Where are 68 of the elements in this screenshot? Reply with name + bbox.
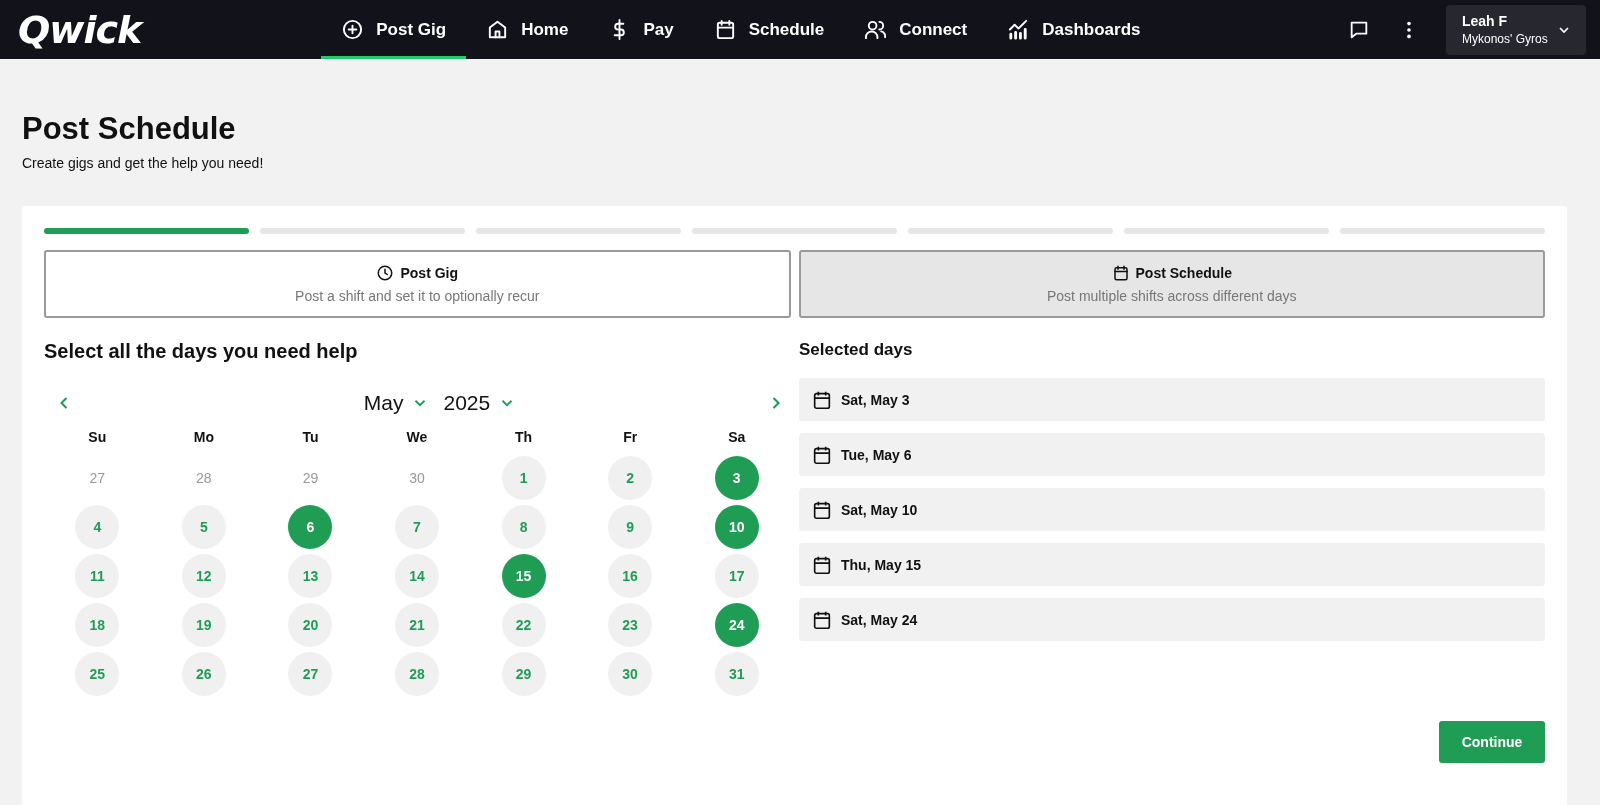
weekday-label: Th xyxy=(515,429,533,445)
nav-tab[interactable]: Schedule xyxy=(693,0,845,59)
calendar-day[interactable]: 27 xyxy=(288,652,333,696)
page-subtitle: Create gigs and get the help you need! xyxy=(22,155,264,171)
calendar-day[interactable]: 24 xyxy=(714,603,759,647)
continue-button[interactable]: Continue xyxy=(1439,721,1545,763)
calendar-day[interactable]: 2 xyxy=(608,456,653,500)
page-title: Post Schedule xyxy=(22,111,237,147)
calendar-day[interactable]: 21 xyxy=(395,603,439,647)
calendar-day[interactable]: 13 xyxy=(288,554,333,598)
calendar-day: 28 xyxy=(181,456,226,500)
calendar-day[interactable]: 17 xyxy=(714,554,759,598)
weekday-label: We xyxy=(406,429,428,445)
calendar-day[interactable]: 20 xyxy=(288,603,333,647)
mode-option[interactable]: Post Gig Post a shift and set it to optionally recur xyxy=(44,250,791,318)
nav-tab[interactable]: Connect xyxy=(844,0,988,59)
nav-tab[interactable]: Dashboards xyxy=(987,0,1161,59)
calendar-day[interactable]: 15 xyxy=(501,554,546,598)
calendar-day[interactable]: 29 xyxy=(501,652,546,696)
section-heading: Select all the days you need help xyxy=(44,340,359,363)
calendar-day[interactable]: 19 xyxy=(181,603,226,647)
weekday-label: Fr xyxy=(623,429,638,445)
logo[interactable]: Qwick xyxy=(18,6,150,53)
calendar-day: 30 xyxy=(395,456,439,500)
calendar-day[interactable]: 7 xyxy=(395,505,439,549)
nav-tab[interactable]: Post Gig xyxy=(321,0,467,59)
calendar-day[interactable]: 8 xyxy=(501,505,546,549)
calendar-day[interactable]: 16 xyxy=(608,554,653,598)
calendar-day[interactable]: 28 xyxy=(395,652,439,696)
weekday-label: Sa xyxy=(728,429,746,445)
calendar-day[interactable]: 9 xyxy=(608,505,653,549)
clock-icon xyxy=(376,264,395,282)
weekday-label: Su xyxy=(88,429,107,445)
day-label: Sat, May 3 xyxy=(841,391,910,408)
calendar-day[interactable]: 1 xyxy=(501,456,546,500)
weekday-label: Tu xyxy=(302,429,319,445)
calendar-day[interactable]: 11 xyxy=(75,554,120,598)
nav-tab[interactable]: Pay xyxy=(588,0,694,59)
calendar-day[interactable]: 25 xyxy=(75,652,120,696)
calendar-day[interactable]: 30 xyxy=(608,652,653,696)
calendar-day[interactable]: 26 xyxy=(181,652,226,696)
weekday-label: Mo xyxy=(193,429,214,445)
calendar-day[interactable]: 31 xyxy=(714,652,759,696)
day-label: Thu, May 15 xyxy=(841,556,922,573)
calendar-day[interactable]: 10 xyxy=(714,505,759,549)
nav-tab[interactable]: Home xyxy=(466,0,589,59)
calendar-day: 29 xyxy=(288,456,333,500)
account-menu[interactable]: Leah F Mykonos' Gyros xyxy=(1446,4,1586,55)
calendar-icon xyxy=(1111,264,1130,282)
day-label: Tue, May 6 xyxy=(841,446,912,463)
calendar-day[interactable]: 23 xyxy=(608,603,653,647)
calendar-day[interactable]: 4 xyxy=(75,505,120,549)
calendar-day[interactable]: 3 xyxy=(714,456,759,500)
calendar-day: 27 xyxy=(75,456,120,500)
calendar-day[interactable]: 18 xyxy=(75,603,120,647)
day-label: Sat, May 10 xyxy=(841,501,918,518)
calendar-day[interactable]: 5 xyxy=(181,505,226,549)
people-icon xyxy=(864,18,888,41)
month-dropdown[interactable]: May xyxy=(363,391,430,415)
mode-option[interactable]: Post Schedule Post multiple shifts across different days xyxy=(798,250,1545,318)
calendar-day[interactable]: 14 xyxy=(395,554,439,598)
year-dropdown[interactable]: 2025 xyxy=(443,391,517,415)
plus-circle-icon xyxy=(341,18,365,41)
calendar-day[interactable]: 22 xyxy=(501,603,546,647)
section-heading: Selected days xyxy=(799,340,914,360)
calendar-day[interactable]: 6 xyxy=(288,505,333,549)
day-label: Sat, May 24 xyxy=(841,611,918,628)
calendar-day[interactable]: 12 xyxy=(181,554,226,598)
